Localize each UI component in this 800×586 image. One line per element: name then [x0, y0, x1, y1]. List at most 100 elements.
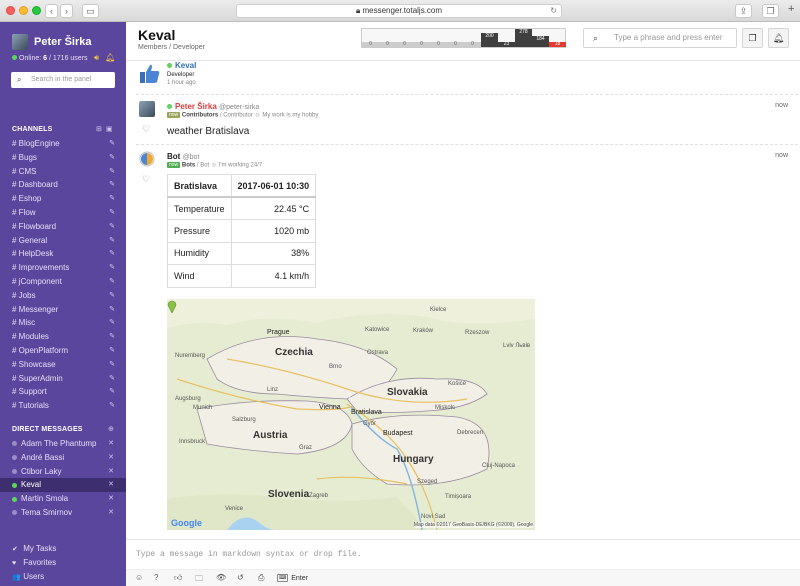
sidebar-menu-item[interactable]: ♥ Favorites [0, 556, 126, 570]
sidebar-menu-item[interactable]: 👥 Users [0, 570, 126, 584]
sidebar-item-channel[interactable]: # Dashboard ✎ [0, 178, 126, 192]
sidebar-item-channel[interactable]: # General ✎ [0, 234, 126, 248]
edit-pencil-icon[interactable]: ✎ [109, 220, 115, 234]
sidebar-item-channel[interactable]: # CMS ✎ [0, 165, 126, 179]
add-dm-icon[interactable]: ⊕ [108, 425, 114, 433]
sidebar-item-dm[interactable]: André Bassi ✕ [0, 451, 126, 465]
help-icon[interactable]: ? [154, 573, 158, 582]
sidebar-toggle-icon[interactable]: ▭ [82, 4, 99, 18]
reload-icon[interactable]: ↻ [550, 5, 557, 17]
sidebar-item-channel[interactable]: # SuperAdmin ✎ [0, 372, 126, 386]
message-list: Keval Developer 1 hour ago Peter Širka @… [126, 61, 800, 539]
sidebar-item-channel[interactable]: # Misc ✎ [0, 316, 126, 330]
sidebar-item-channel[interactable]: # HelpDesk ✎ [0, 247, 126, 261]
message-author[interactable]: Bot @bot [167, 152, 199, 161]
back-icon[interactable]: ‹ [45, 4, 58, 18]
sidebar-item-dm[interactable]: Tema Smirnov ✕ [0, 506, 126, 520]
map-marker-icon[interactable] [167, 299, 177, 313]
message-search-input[interactable]: ⌕ Type a phrase and press enter [583, 28, 737, 48]
sidebar-item-channel[interactable]: # Modules ✎ [0, 330, 126, 344]
copy-button[interactable]: ❐ [742, 28, 763, 48]
edit-pencil-icon[interactable]: ✎ [109, 358, 115, 372]
edit-pencil-icon[interactable]: ✎ [109, 275, 115, 289]
sidebar-item-label: My Tasks [23, 544, 57, 553]
eye-icon[interactable]: 👁︎ [216, 573, 226, 582]
edit-pencil-icon[interactable]: ✎ [109, 206, 115, 220]
map-city: Győr [363, 421, 377, 427]
edit-pencil-icon[interactable]: ✎ [109, 165, 115, 179]
close-icon[interactable]: ✕ [108, 465, 114, 479]
minimize-window-button[interactable] [19, 6, 28, 15]
sidebar-item-channel[interactable]: # Tutorials ✎ [0, 399, 126, 413]
message-input[interactable]: Type a message in markdown syntax or dro… [136, 550, 362, 559]
add-channel-icon[interactable]: ⊞ [96, 126, 102, 133]
sidebar-item-channel[interactable]: # Flow ✎ [0, 206, 126, 220]
close-icon[interactable]: ✕ [108, 451, 114, 465]
sidebar-item-dm[interactable]: Ctibor Laky ✕ [0, 465, 126, 479]
history-icon[interactable]: ↺ [237, 573, 244, 582]
maximize-window-button[interactable] [32, 6, 41, 15]
edit-pencil-icon[interactable]: ✎ [109, 151, 115, 165]
message-author[interactable]: Keval [167, 61, 196, 70]
folder-icon[interactable]: 🗀 [195, 573, 203, 586]
edit-pencil-icon[interactable]: ✎ [109, 330, 115, 344]
hash-icon: # [12, 290, 19, 300]
sidebar-item-channel[interactable]: # Eshop ✎ [0, 192, 126, 206]
forward-icon[interactable]: › [60, 4, 73, 18]
map-city: Salzburg [232, 417, 256, 423]
sidebar-item-channel[interactable]: # BlogEngine ✎ [0, 137, 126, 151]
sidebar-item-channel[interactable]: # Support ✎ [0, 385, 126, 399]
edit-pencil-icon[interactable]: ✎ [109, 372, 115, 386]
sidebar-item-label: Flowboard [18, 221, 57, 231]
channels-settings-icon[interactable]: ▣ [106, 126, 113, 133]
new-tab-icon[interactable]: + [788, 3, 794, 15]
edit-pencil-icon[interactable]: ✎ [109, 316, 115, 330]
emoji-icon[interactable]: ☺ [135, 573, 143, 582]
edit-pencil-icon[interactable]: ✎ [109, 303, 115, 317]
edit-pencil-icon[interactable]: ✎ [109, 261, 115, 275]
user-profile[interactable] [12, 34, 28, 50]
edit-pencil-icon[interactable]: ✎ [109, 247, 115, 261]
sidebar-item-channel[interactable]: # Flowboard ✎ [0, 220, 126, 234]
notifications-button[interactable]: 🔔︎ [768, 28, 789, 48]
notification-bell-icon[interactable]: 🔔︎ [105, 53, 115, 62]
close-window-button[interactable] [6, 6, 15, 15]
enter-send-toggle[interactable]: ⌨ Enter [277, 574, 308, 582]
edit-pencil-icon[interactable]: ✎ [109, 192, 115, 206]
message-author[interactable]: Peter Širka @peter-sirka [167, 102, 259, 111]
edit-pencil-icon[interactable]: ✎ [109, 289, 115, 303]
sound-icon[interactable]: 🔊︎ [94, 53, 99, 62]
edit-pencil-icon[interactable]: ✎ [109, 137, 115, 151]
print-icon[interactable]: ⎙ [258, 573, 264, 583]
sidebar-item-channel[interactable]: # OpenPlatform ✎ [0, 344, 126, 358]
favorite-heart-icon[interactable]: ♡ [142, 124, 150, 135]
sidebar-item-channel[interactable]: # Bugs ✎ [0, 151, 126, 165]
edit-pencil-icon[interactable]: ✎ [109, 399, 115, 413]
edit-pencil-icon[interactable]: ✎ [109, 178, 115, 192]
panel-search-input[interactable]: ⌕ Search in the panel [11, 72, 115, 88]
thumbs-up-icon[interactable]: 👍︎ [174, 573, 182, 583]
close-icon[interactable]: ✕ [108, 437, 114, 451]
tabs-icon[interactable]: ❐ [762, 4, 779, 18]
share-icon[interactable]: ⇪ [735, 4, 752, 18]
close-icon[interactable]: ✕ [108, 506, 114, 520]
favorite-heart-icon[interactable]: ♡ [142, 174, 150, 185]
sidebar-item-label: Messenger [18, 304, 59, 314]
sidebar-item-channel[interactable]: # Improvements ✎ [0, 261, 126, 275]
edit-pencil-icon[interactable]: ✎ [109, 385, 115, 399]
edit-pencil-icon[interactable]: ✎ [109, 344, 115, 358]
close-icon[interactable]: ✕ [108, 478, 114, 492]
sidebar-item-channel[interactable]: # Jobs ✎ [0, 289, 126, 303]
url-bar[interactable]: 🔒︎ messenger.totaljs.com ↻ [236, 4, 562, 18]
sidebar-item-channel[interactable]: # Showcase ✎ [0, 358, 126, 372]
avatar [139, 101, 155, 117]
sidebar-item-dm[interactable]: Martin Smola ✕ [0, 492, 126, 506]
sidebar-item-dm[interactable]: Adam The Phantump ✕ [0, 437, 126, 451]
map-image[interactable]: Czechia Slovakia Austria Hungary Sloveni… [167, 299, 535, 530]
sidebar-item-dm[interactable]: Keval ✕ [0, 478, 126, 493]
sidebar-menu-item[interactable]: ✔ My Tasks [0, 542, 126, 556]
sidebar-item-channel[interactable]: # Messenger ✎ [0, 303, 126, 317]
edit-pencil-icon[interactable]: ✎ [109, 234, 115, 248]
close-icon[interactable]: ✕ [108, 492, 114, 506]
sidebar-item-channel[interactable]: # jComponent ✎ [0, 275, 126, 289]
